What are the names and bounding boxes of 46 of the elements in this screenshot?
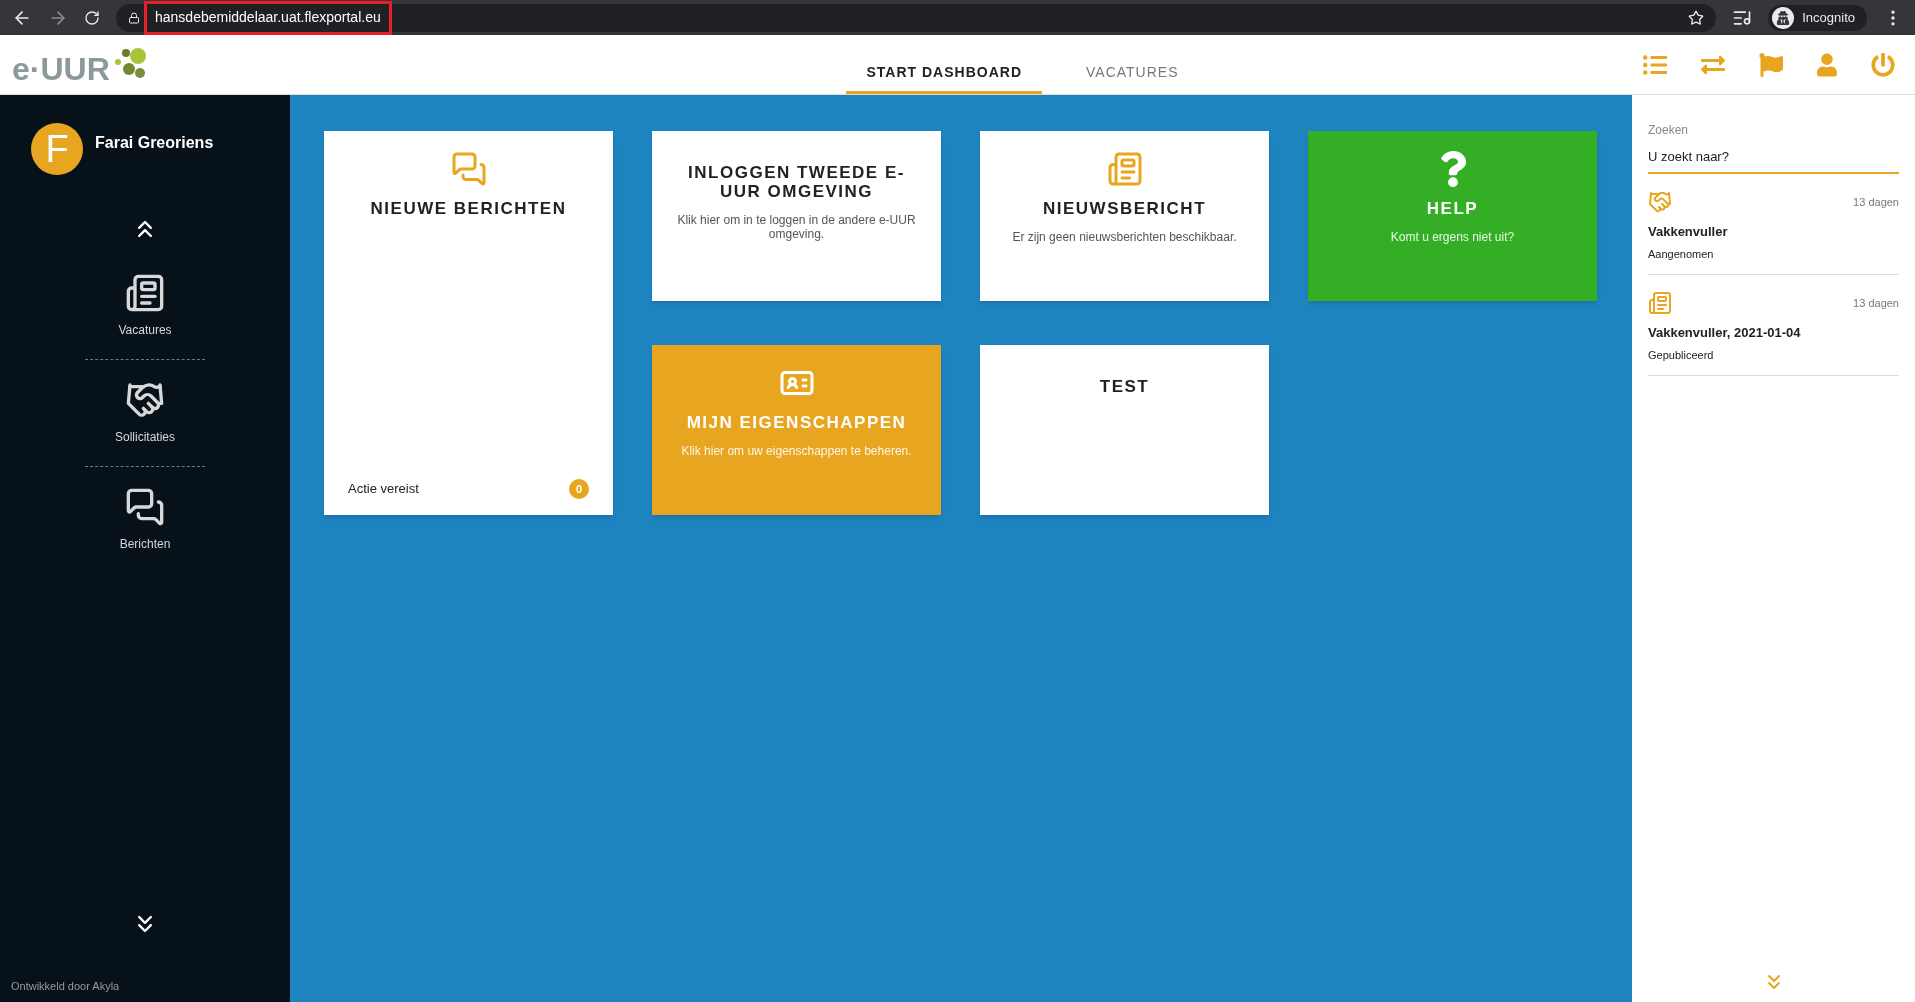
url-text: hansdebemiddelaar.uat.flexportal.eu [155,8,381,27]
dashboard-card[interactable]: TEST [980,345,1269,515]
card-title: HELP [1426,199,1479,218]
newspaper-icon [1106,151,1143,187]
nav-tab[interactable]: VACATURES [1066,62,1199,94]
user-name: Farai Greoriens [95,133,214,153]
handshake-icon [1648,190,1672,214]
card-title: INLOGGEN TWEEDE E-UUR OMGEVING [687,163,906,201]
card-title: NIEUWE BERICHTEN [370,199,567,218]
sidebar-nav-item[interactable]: Berichten [119,479,171,561]
activity-title[interactable]: Vakkenvuller, 2021-01-04 [1648,323,1899,343]
card-title: NIEUWSBERICHT [1042,199,1207,218]
activity-title[interactable]: Vakkenvuller [1648,222,1899,242]
newspaper-icon [1648,291,1672,315]
search-field[interactable]: Zoeken U zoekt naar? [1648,121,1899,174]
reload-icon[interactable] [84,9,100,26]
card-title: TEST [1099,377,1150,396]
sidebar-nav-item[interactable]: Vacatures [118,265,172,347]
speech-bubbles-icon [450,151,487,187]
card-footer-text: Actie vereist [348,480,419,499]
card-description: Klik hier om uw eigenschappen te beheren. [681,444,912,458]
profile-chip[interactable]: Incognito [1768,4,1867,31]
card-description: Komt u ergens niet uit? [1390,230,1515,244]
card-title: MIJN EIGENSCHAPPEN [686,413,907,432]
card-description: Klik hier om in te loggen in de andere e-UUR omgeving. [676,213,917,241]
bookmark-star-icon[interactable] [1688,9,1705,26]
activity-status: Aangenomen [1648,246,1715,262]
search-input[interactable]: U zoekt naar? [1648,147,1899,167]
newspaper-icon [125,273,165,313]
handshake-icon [125,380,165,420]
dashboard-card[interactable]: NIEUWSBERICHT Er zijn geen nieuwsberichten beschikbaar. [980,131,1269,301]
activity-status: Gepubliceerd [1648,347,1715,363]
card-description: Er zijn geen nieuwsberichten beschikbaar. [1012,230,1237,244]
footer-credit: Ontwikkeld door Akyla [10,978,121,994]
speech-bubbles-icon [125,487,165,527]
incognito-avatar-icon [1772,6,1795,29]
dashboard-card[interactable]: NIEUWE BERICHTEN Actie vereist 0 [324,131,613,515]
profile-label: Incognito [1802,8,1855,27]
search-label: Zoeken [1648,122,1690,139]
age-text: 13 dagen [1853,295,1899,311]
dashboard-card[interactable]: INLOGGEN TWEEDE E-UUR OMGEVING Klik hier om in te loggen in de andere e-UUR omgeving. [652,131,941,301]
address-bar[interactable]: hansdebemiddelaar.uat.flexportal.eu [116,3,1717,32]
count-badge: 0 [569,479,589,499]
lock-icon [128,11,140,24]
age-text: 13 dagen [1853,194,1899,210]
sidebar-nav-item[interactable]: Sollicitaties [115,372,175,454]
